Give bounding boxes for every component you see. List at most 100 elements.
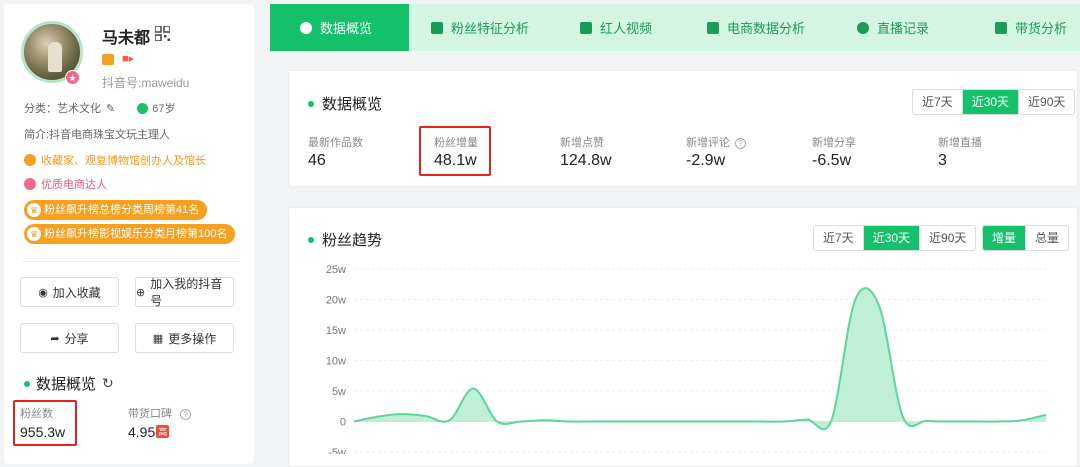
data-point[interactable] (541, 416, 549, 424)
data-point[interactable] (899, 413, 907, 421)
y-tick-label: 25w (326, 264, 346, 276)
range-90d[interactable]: 近90天 (920, 226, 975, 250)
data-point[interactable] (1018, 416, 1026, 424)
data-point[interactable] (827, 417, 835, 425)
divider (22, 261, 240, 262)
add-my-douyin-button[interactable]: ⊕ 加入我的抖音号 (135, 277, 234, 308)
data-point[interactable] (660, 418, 668, 426)
metric-label: 新增评论? (686, 134, 746, 150)
fan-trend-chart[interactable]: -5w 0 5w 10w 15w 20w 25w (300, 258, 1070, 454)
data-point[interactable] (493, 418, 501, 426)
qr-code-icon[interactable] (155, 26, 170, 41)
data-point[interactable] (517, 418, 525, 426)
data-point[interactable] (970, 418, 978, 426)
main-tabs: 数据概览 粉丝特征分析 红人视频 电商数据分析 直播记录 带货分析 (270, 4, 1080, 51)
plus-circle-icon: ⊕ (136, 286, 146, 299)
data-point[interactable] (612, 418, 620, 426)
data-point[interactable] (1042, 411, 1050, 419)
y-tick-label: 5w (332, 386, 346, 398)
trend-range-selector: 近7天 近30天 近90天 (813, 225, 977, 251)
metric-label: 新增点赞 (560, 137, 604, 149)
data-point[interactable] (565, 418, 573, 426)
honor-quality-seller: 优质电商达人 (24, 176, 107, 192)
data-point[interactable] (589, 418, 597, 426)
overview-range-selector: 近7天 近30天 近90天 (912, 89, 1076, 115)
data-point[interactable] (422, 412, 430, 420)
check-badge-icon (24, 154, 36, 166)
green-dot-icon (308, 100, 314, 107)
data-point[interactable] (445, 416, 453, 424)
tab-influencer-videos[interactable]: 红人视频 (550, 4, 652, 51)
age-value: 67岁 (152, 103, 176, 115)
metric-label: 新增直播 (938, 137, 982, 149)
data-point[interactable] (636, 418, 644, 426)
rank-badge-monthly[interactable]: ♛ 粉丝飙升榜影视娱乐分类月榜第100名 (24, 224, 236, 244)
trend-mode-selector: 增量 总量 (982, 225, 1070, 251)
more-actions-button[interactable]: ▦ 更多操作 (135, 323, 234, 353)
data-point[interactable] (708, 418, 716, 426)
metric-value: -6.5w (812, 152, 852, 169)
range-7d[interactable]: 近7天 (814, 226, 864, 250)
tab-data-overview[interactable]: 数据概览 (270, 4, 409, 51)
help-icon[interactable]: ? (735, 138, 746, 149)
data-point[interactable] (851, 296, 859, 304)
range-7d[interactable]: 近7天 (913, 90, 963, 114)
range-90d[interactable]: 近90天 (1019, 90, 1074, 114)
category-label: 分类：艺术文化 (24, 103, 101, 115)
data-point[interactable] (374, 413, 382, 421)
series-line (353, 287, 1047, 431)
add-favorite-button[interactable]: ◉ 加入收藏 (20, 277, 119, 307)
data-point[interactable] (994, 418, 1002, 426)
share-button[interactable]: ➦ 分享 (20, 323, 119, 353)
grid-icon: ▦ (152, 332, 164, 345)
star-badge-icon: ★ (65, 70, 80, 85)
tab-sales-analysis[interactable]: 带货分析 (965, 4, 1067, 51)
refresh-icon[interactable]: ↻ (102, 375, 114, 392)
data-point[interactable] (398, 410, 406, 418)
tab-ecommerce-analysis[interactable]: 电商数据分析 (677, 4, 805, 51)
video-camera-icon: ■▸ (122, 53, 135, 65)
mode-total[interactable]: 总量 (1026, 226, 1068, 250)
clock-icon (857, 21, 869, 34)
id-card-icon (431, 21, 443, 34)
green-dot-icon (308, 236, 314, 243)
range-30d[interactable]: 近30天 (962, 90, 1020, 114)
overview-card (288, 70, 1078, 187)
metric-value: 3 (938, 152, 947, 169)
rank-badge-weekly[interactable]: ♛ 粉丝飙升榜总榜分类周榜第41名 (24, 200, 208, 220)
reputation-value: 4.95 高 (128, 424, 170, 440)
data-point[interactable] (469, 385, 477, 393)
reputation-label: 带货口碑 ? (128, 405, 192, 421)
tab-live-records[interactable]: 直播记录 (827, 4, 929, 51)
platform-tags: ■▸ (102, 54, 134, 65)
data-point[interactable] (350, 418, 358, 426)
mode-increment[interactable]: 增量 (983, 226, 1027, 250)
pie-chart-icon (300, 21, 312, 34)
data-point[interactable] (923, 417, 931, 425)
highlight-box (13, 400, 77, 446)
metric-label: 新增分享 (812, 137, 856, 149)
y-tick-label: 15w (326, 325, 346, 337)
data-point[interactable] (947, 418, 955, 426)
left-overview-title: 数据概览 ↻ (24, 373, 114, 394)
metric-label: 最新作品数 (308, 137, 363, 149)
shop-icon (102, 54, 114, 65)
data-point[interactable] (780, 418, 788, 426)
data-point[interactable] (684, 418, 692, 426)
data-point[interactable] (732, 418, 740, 426)
fan-trend-title: 粉丝趋势 (308, 229, 382, 250)
data-point[interactable] (756, 418, 764, 426)
video-icon (580, 21, 592, 34)
metric-value: 124.8w (560, 152, 612, 169)
high-badge: 高 (156, 425, 170, 438)
data-point[interactable] (875, 302, 883, 310)
edit-pencil-icon[interactable]: ✎ (106, 102, 115, 115)
crown-icon: ♛ (27, 227, 41, 241)
data-point[interactable] (803, 416, 811, 424)
profile-intro: 简介:抖音电商珠宝文玩主理人 (24, 129, 171, 141)
metric-value: -2.9w (686, 152, 726, 169)
profile-name: 马未都 (102, 30, 151, 47)
tab-fan-analysis[interactable]: 粉丝特征分析 (401, 4, 529, 51)
help-icon[interactable]: ? (180, 409, 192, 420)
range-30d[interactable]: 近30天 (863, 226, 921, 250)
